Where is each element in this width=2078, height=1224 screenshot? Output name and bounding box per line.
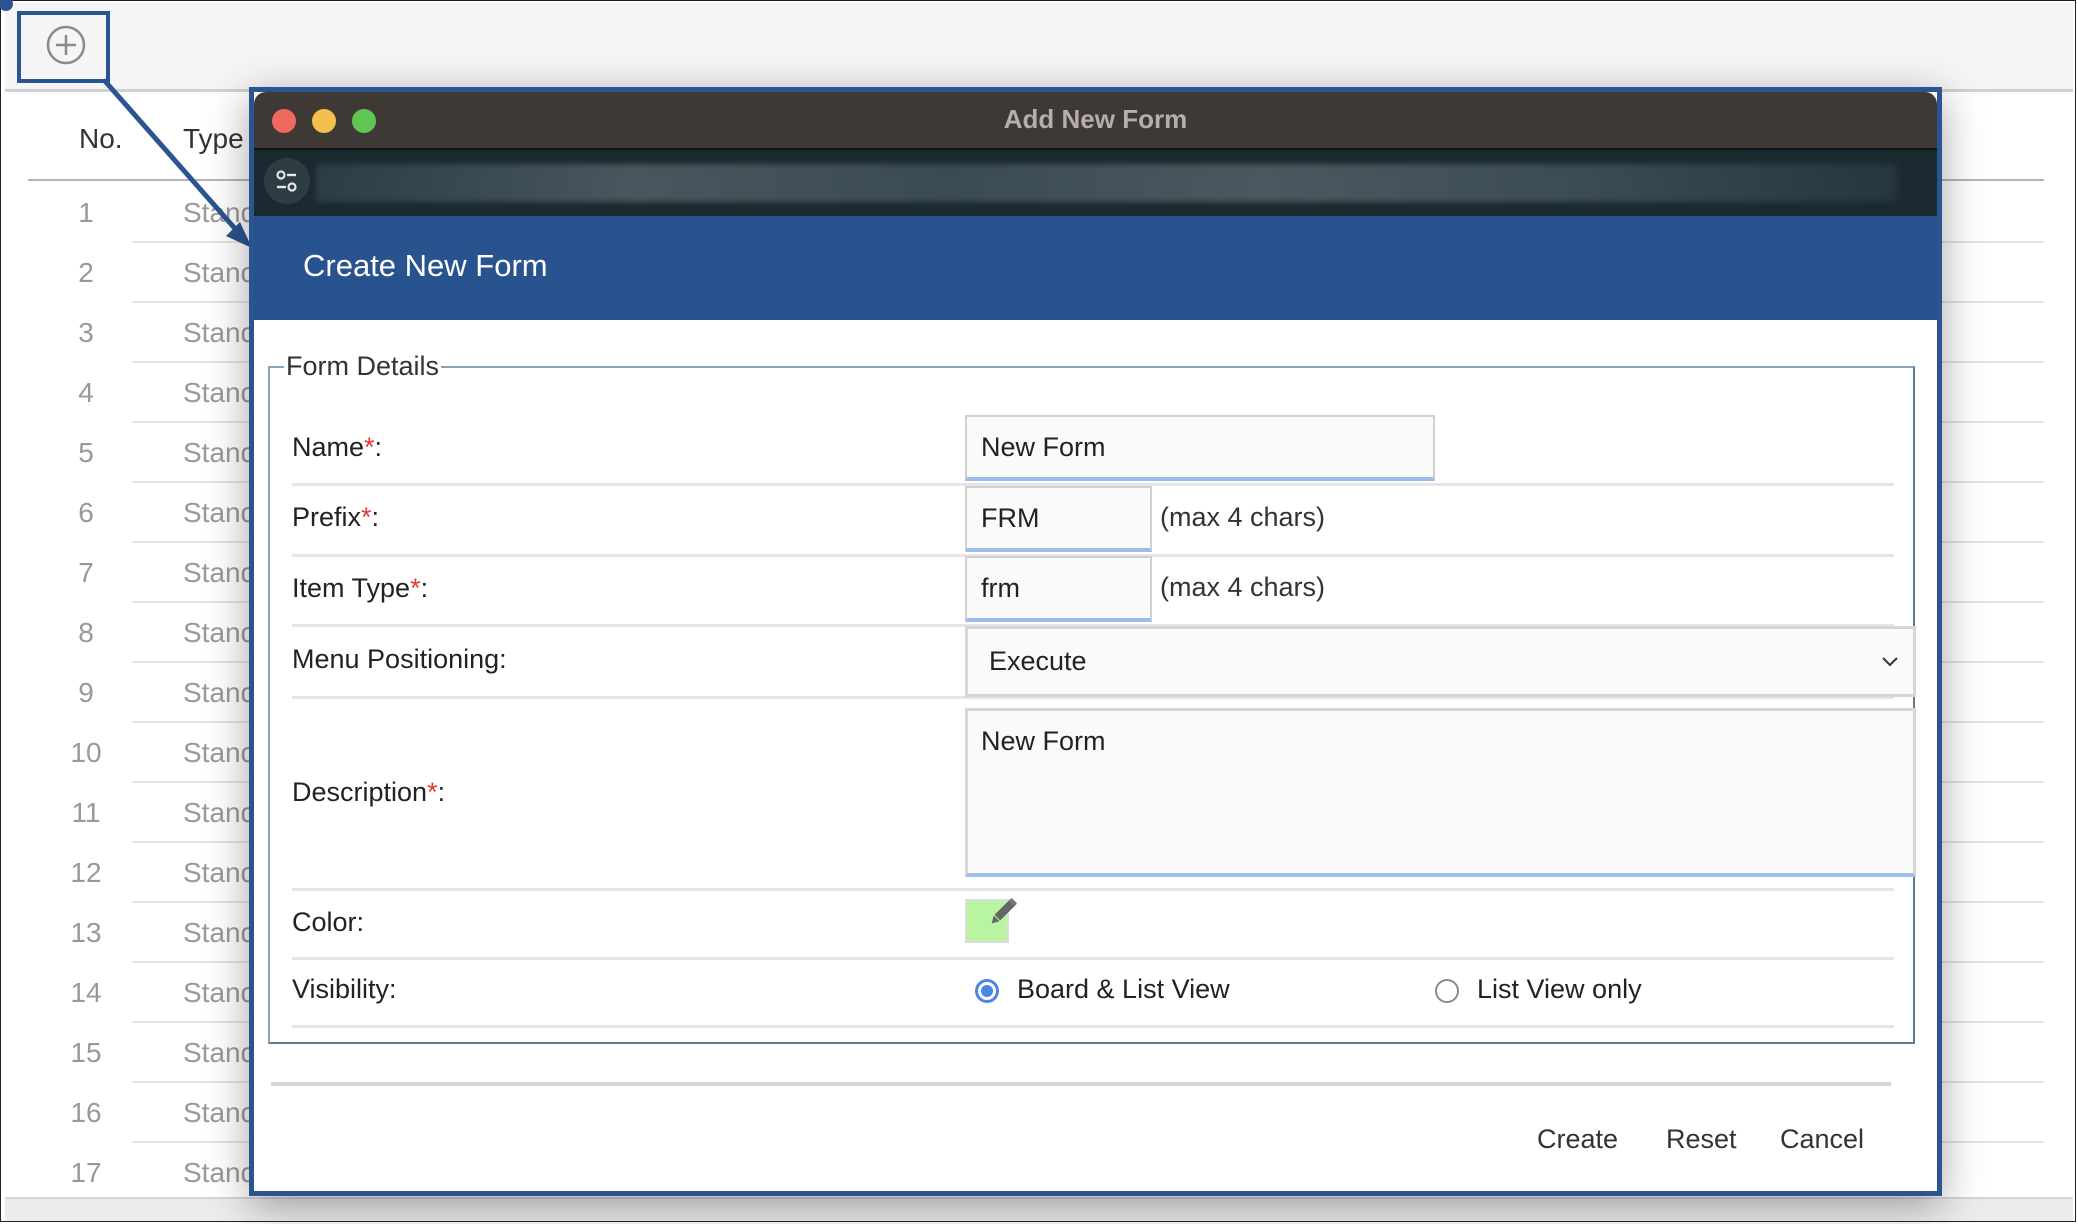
menu-positioning-value: Execute (989, 646, 1087, 676)
visibility-board-list-radio[interactable] (975, 979, 999, 1003)
visibility-row: Visibility: Board & List View List View … (292, 959, 1894, 1028)
prefix-hint: (max 4 chars) (1160, 502, 1326, 532)
description-row: Description*: New Form (292, 699, 1916, 891)
row-type: Stand (183, 1037, 257, 1068)
row-number: 5 (78, 437, 94, 468)
row-number: 10 (70, 737, 102, 768)
item-type-hint: (max 4 chars) (1160, 572, 1326, 602)
visibility-list-only-label[interactable]: List View only (1477, 974, 1642, 1005)
name-row: Name*: (292, 415, 1894, 486)
row-number: 11 (71, 797, 101, 828)
form-details-fieldset: Form Details Name*: Prefix*: (max 4 char… (268, 351, 1916, 1044)
prefix-label: Prefix*: (292, 502, 380, 532)
row-number: 2 (78, 257, 94, 288)
column-header-type: Type (183, 123, 244, 154)
row-type: Stand (183, 617, 257, 648)
dialog-title: Create New Form (303, 248, 548, 283)
row-number: 3 (78, 317, 94, 348)
row-type: Stand (183, 1097, 257, 1128)
row-type: Stand (183, 437, 257, 468)
row-number: 17 (70, 1157, 102, 1185)
window-titlebar: Add New Form (254, 92, 1937, 150)
row-type: Stand (183, 737, 257, 768)
add-new-form-window: Add New Form Create New Form Form Detail… (249, 87, 1942, 1196)
row-type: Stand (183, 377, 257, 408)
description-value: New Form (981, 726, 1106, 756)
pencil-icon[interactable] (984, 893, 1022, 931)
row-type: Stand (183, 677, 257, 708)
visibility-label: Visibility: (292, 974, 397, 1004)
row-number: 1 (78, 197, 94, 228)
menu-positioning-label: Menu Positioning: (292, 644, 507, 674)
cancel-button[interactable]: Cancel (1780, 1124, 1864, 1155)
dialog-header: Create New Form (254, 216, 1937, 320)
row-type: Stand (183, 797, 257, 828)
item-type-label: Item Type*: (292, 573, 429, 603)
color-row: Color: (292, 891, 1894, 960)
sliders-icon[interactable] (264, 158, 310, 204)
row-type: Stand (183, 257, 257, 288)
row-number: 12 (70, 857, 102, 888)
row-number: 14 (70, 977, 102, 1008)
item-type-row: Item Type*: (max 4 chars) (292, 556, 1894, 627)
annotation-highlight-box (17, 11, 110, 83)
prefix-input[interactable] (965, 486, 1152, 552)
footer-divider (271, 1082, 1891, 1086)
corner-marker (0, 0, 13, 11)
background-bottom-bar (5, 1197, 2073, 1221)
column-header-no: No. (79, 123, 123, 154)
fieldset-legend: Form Details (284, 351, 442, 382)
menu-positioning-row: Menu Positioning: Execute (292, 626, 1916, 699)
visibility-list-only-radio[interactable] (1435, 979, 1459, 1003)
row-type: Stand (183, 497, 257, 528)
row-type: Stand (183, 1157, 257, 1185)
row-number: 6 (78, 497, 94, 528)
window-toolbar (254, 150, 1937, 216)
name-label: Name*: (292, 432, 383, 462)
name-input[interactable] (965, 415, 1435, 481)
row-number: 13 (70, 917, 102, 948)
background-toolbar (0, 0, 2073, 92)
row-number: 16 (70, 1097, 102, 1128)
row-number: 9 (78, 677, 94, 708)
prefix-row: Prefix*: (max 4 chars) (292, 486, 1894, 557)
address-bar-blurred[interactable] (316, 164, 1897, 202)
row-number: 15 (70, 1037, 102, 1068)
menu-positioning-select[interactable]: Execute (965, 626, 1916, 697)
row-type: Stand (183, 977, 257, 1008)
reset-button[interactable]: Reset (1666, 1124, 1737, 1155)
color-label: Color: (292, 907, 365, 937)
window-title: Add New Form (1003, 104, 1188, 134)
row-type: Stand (183, 557, 257, 588)
create-button[interactable]: Create (1537, 1124, 1618, 1155)
description-label: Description*: (292, 777, 446, 807)
row-number: 8 (78, 617, 94, 648)
row-type: Stand (183, 197, 257, 228)
description-textarea[interactable]: New Form (965, 708, 1916, 877)
row-number: 4 (78, 377, 94, 408)
row-type: Stand (183, 917, 257, 948)
row-type: Stand (183, 317, 257, 348)
row-type: Stand (183, 857, 257, 888)
visibility-board-list-label[interactable]: Board & List View (1017, 974, 1230, 1005)
item-type-input[interactable] (965, 556, 1152, 622)
chevron-down-icon (1882, 657, 1898, 667)
row-number: 7 (78, 557, 94, 588)
